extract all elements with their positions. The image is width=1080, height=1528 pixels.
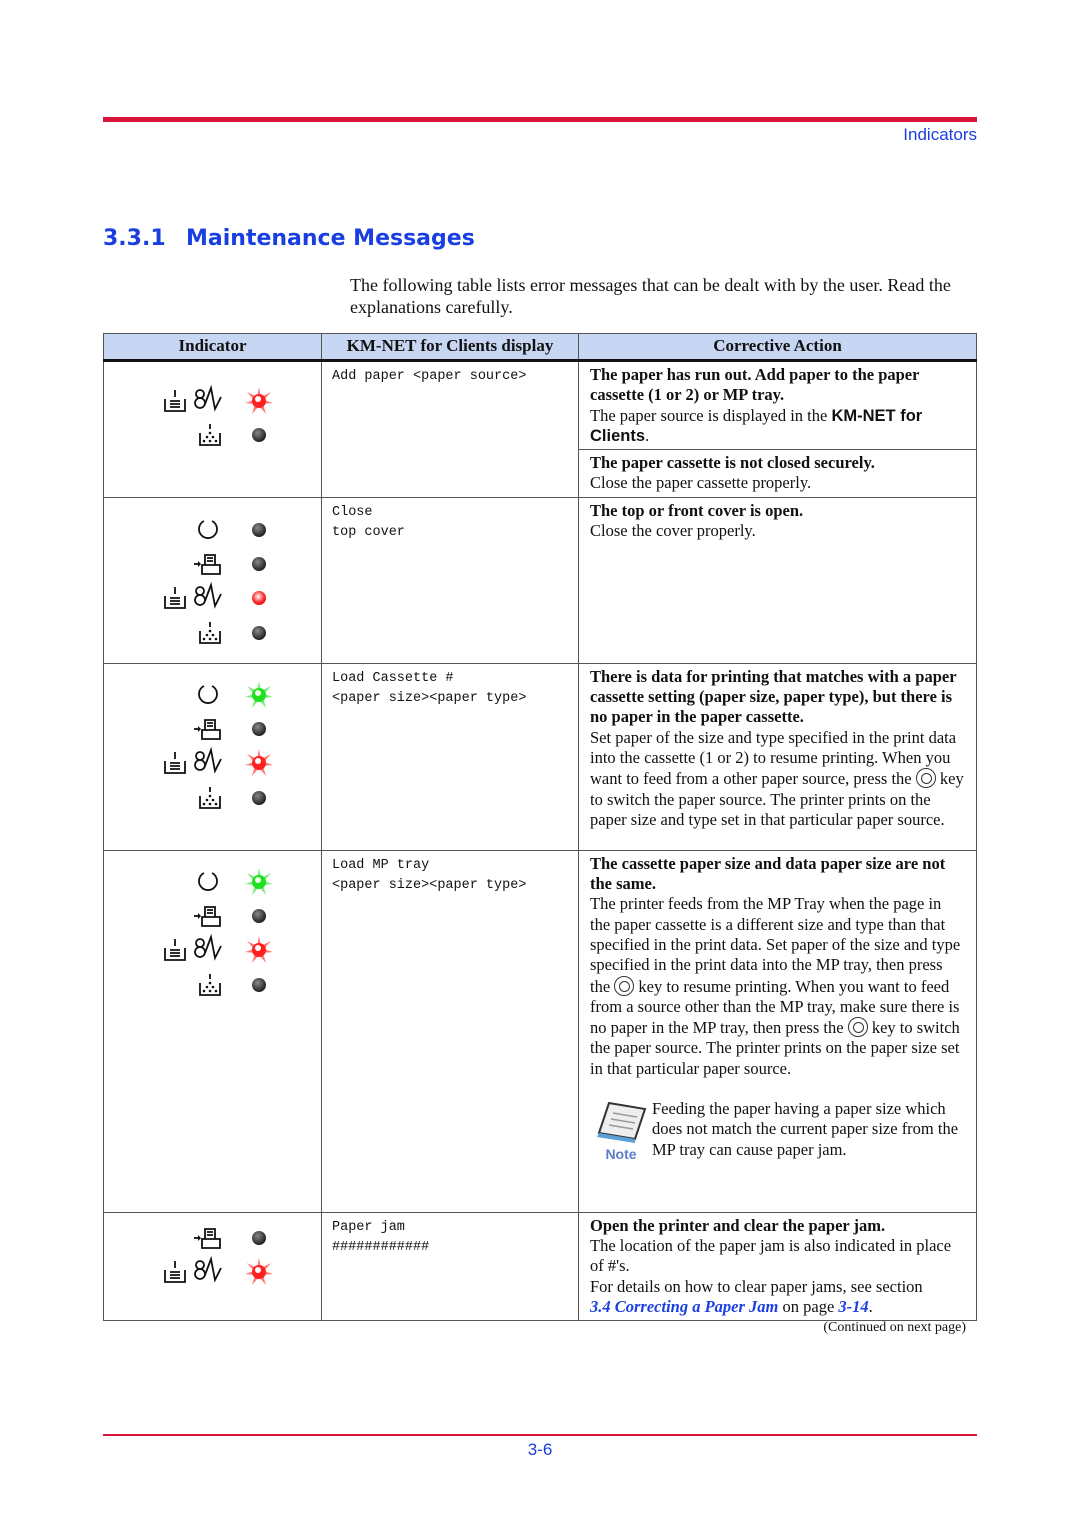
indicator-toner	[146, 786, 364, 810]
indicator-ready	[146, 680, 364, 708]
led-off	[252, 790, 266, 805]
table-row: Paper jam ############ Open the printer …	[103, 1211, 977, 1322]
page-link[interactable]: 3-14	[838, 1297, 868, 1316]
col-indicator: Indicator	[103, 333, 322, 362]
action-text: The paper source is displayed in the	[590, 405, 832, 425]
section-link[interactable]: 3.4 Correcting a Paper Jam	[590, 1297, 778, 1316]
indicator-data	[146, 717, 364, 741]
led-off	[252, 428, 266, 443]
action-heading: There is data for printing that matches …	[590, 666, 957, 727]
indicator-data	[146, 904, 364, 928]
action-text: Close the paper cassette properly.	[590, 473, 812, 493]
indicator-data	[146, 1226, 364, 1250]
indicator-cell	[103, 849, 322, 1213]
indicator-cell	[103, 662, 322, 851]
indicator-toner	[146, 621, 364, 645]
indicator-paper-jam	[146, 747, 364, 777]
action-heading: The paper cassette is not closed securel…	[590, 453, 875, 473]
action-text: on page	[782, 1296, 835, 1316]
action-heading: The cassette paper size and data paper s…	[590, 853, 946, 894]
led-off	[252, 722, 266, 737]
led-off	[252, 1230, 266, 1245]
go-key-icon	[915, 768, 936, 789]
indicator-paper-jam	[146, 1256, 364, 1286]
indicator-paper-jam	[146, 385, 364, 414]
led-red-blink	[245, 936, 273, 964]
indicator-cell	[103, 496, 322, 664]
indicator-toner	[146, 423, 364, 447]
action-tail: .	[645, 425, 650, 445]
action-cell: Open the printer and clear the paper jam…	[578, 1211, 977, 1322]
bottom-rule	[103, 1434, 977, 1436]
action-text: For details on how to clear paper jams, …	[590, 1276, 923, 1296]
action-text: Set paper of the size and type specified…	[590, 727, 957, 789]
action-text: The location of the paper jam is also in…	[590, 1236, 952, 1276]
indicator-paper-jam	[146, 934, 364, 964]
note-label: Note	[605, 1146, 637, 1163]
action-cell: The cassette paper size and data paper s…	[578, 849, 977, 1213]
led-red-on	[252, 591, 266, 606]
note-box: Note Feeding the paper having a paper si…	[590, 1099, 965, 1162]
note-text: Feeding the paper having a paper size wh…	[652, 1099, 959, 1159]
action-cell: The paper cassette is not closed securel…	[578, 449, 977, 498]
go-key-icon	[614, 975, 635, 996]
led-off	[252, 909, 266, 924]
led-off	[252, 557, 266, 572]
note-icon: Note	[590, 1099, 652, 1162]
led-off	[252, 522, 266, 537]
maintenance-table: Indicator KM-NET for Clients display Cor…	[103, 333, 977, 1322]
led-green-blink	[245, 680, 273, 708]
indicator-ready	[146, 518, 364, 542]
action-cell: The paper has run out. Add paper to the …	[578, 359, 977, 451]
col-action: Corrective Action	[578, 333, 977, 362]
led-off	[252, 977, 266, 992]
indicator-paper-jam	[146, 582, 364, 610]
indicator-cell	[103, 1211, 322, 1322]
intro-text: The following table lists error messages…	[350, 275, 951, 317]
action-cell: The top or front cover is open. Close the…	[578, 496, 977, 664]
col-display: KM-NET for Clients display	[321, 333, 579, 362]
table-row: Load MP tray <paper size><paper type> Th…	[103, 849, 977, 1213]
led-red-blink	[245, 1258, 273, 1286]
action-heading: The top or front cover is open.	[590, 500, 804, 520]
table-row: Load Cassette # <paper size><paper type>…	[103, 662, 977, 851]
top-rule	[103, 117, 977, 122]
go-key-icon	[847, 1017, 868, 1038]
led-off	[252, 625, 266, 640]
action-heading: The paper has run out. Add paper to the …	[590, 365, 920, 405]
page-number: 3-6	[527, 1440, 553, 1459]
table-row: Close top cover The top or front cover i…	[103, 496, 977, 664]
indicator-toner	[146, 973, 364, 997]
action-heading: Open the printer and clear the paper jam…	[590, 1215, 886, 1235]
action-tail: .	[868, 1296, 873, 1316]
led-green-blink	[245, 867, 273, 895]
indicator-data	[146, 552, 364, 576]
indicator-ready	[146, 867, 364, 895]
action-cell: There is data for printing that matches …	[578, 662, 977, 851]
indicator-cell	[103, 360, 322, 498]
led-red-blink	[245, 387, 273, 414]
led-red-blink	[245, 749, 273, 777]
table-row: Add paper <paper source> The paper has r…	[103, 359, 977, 498]
continued-note: (Continued on next page)	[823, 1320, 966, 1335]
section-number: 3.3.1	[103, 226, 166, 251]
action-text: Close the cover properly.	[590, 521, 756, 541]
section-heading: 3.3.1 Maintenance Messages	[103, 226, 475, 251]
running-head: Indicators	[903, 125, 977, 144]
section-title: Maintenance Messages	[186, 226, 475, 251]
